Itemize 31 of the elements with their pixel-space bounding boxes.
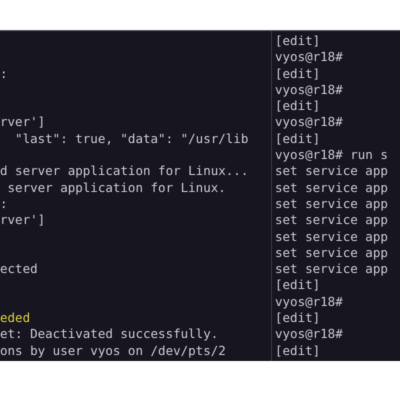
terminal-line: set service app — [275, 228, 388, 245]
terminal-line: eded — [0, 310, 30, 326]
terminal-line: set service app — [275, 163, 388, 180]
terminal-line: vyos@r18# — [275, 82, 343, 98]
terminal-line: set service app — [275, 180, 388, 196]
terminal-line: rver'] — [0, 114, 46, 131]
terminal-line: vyos@r18# — [275, 294, 343, 310]
terminal-line: ected — [0, 261, 38, 278]
terminal-line: ons by user vyos on /dev/pts/2 — [0, 342, 226, 359]
terminal-line: [edit] — [275, 310, 320, 326]
terminal-line: set service app — [275, 244, 388, 262]
terminal-line: et: Deactivated successfully. — [0, 326, 218, 343]
terminal-line: server application for Linux. — [6, 180, 226, 196]
terminal-line: [edit] — [275, 277, 320, 294]
terminal-line: set service app — [275, 261, 388, 278]
terminal-line: vyos@r18# run s — [275, 147, 388, 164]
terminal-line: set service app — [275, 196, 388, 212]
terminal-line: [edit] — [275, 33, 320, 50]
terminal-line: vyos@r18# — [275, 326, 343, 343]
terminal-line: : — [0, 66, 8, 82]
terminal-line: : — [0, 196, 8, 212]
terminal-line: d server application for Linux... — [0, 163, 248, 180]
terminal-line: vyos@r18# — [275, 114, 343, 131]
terminal-line: "last": true, "data": "/usr/lib — [14, 130, 248, 148]
terminal-line: vyos@r18# — [275, 49, 343, 66]
terminal-line: [edit] — [275, 130, 320, 148]
terminal-line: rver'] — [0, 212, 46, 229]
terminal-line: [edit] — [275, 342, 320, 359]
terminal-line: [edit] — [275, 66, 320, 82]
terminal-line: [edit] — [275, 98, 320, 114]
terminal-line: set service app — [275, 212, 388, 229]
